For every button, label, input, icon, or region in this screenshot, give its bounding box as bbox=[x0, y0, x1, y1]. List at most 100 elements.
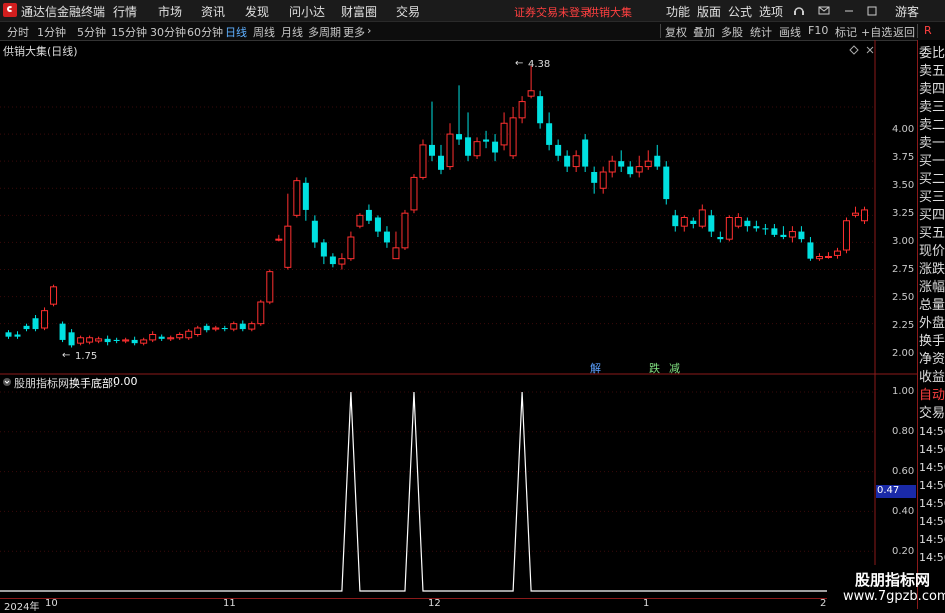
action-fuquan[interactable]: 复权 bbox=[665, 24, 687, 40]
candle-body bbox=[140, 339, 148, 344]
candle-body bbox=[564, 155, 571, 167]
high-price-label: 4.38 bbox=[528, 59, 551, 70]
quote-panel-label: 买一 bbox=[919, 154, 945, 169]
candle-body bbox=[680, 217, 688, 227]
candle-body bbox=[104, 338, 111, 343]
candle-body bbox=[374, 217, 381, 232]
candle-body bbox=[347, 236, 355, 260]
candle-body bbox=[185, 330, 193, 339]
current-value: 0.47 bbox=[877, 485, 900, 496]
annotation-jie[interactable]: 解 bbox=[590, 360, 601, 376]
menu-zixun[interactable]: 资讯 bbox=[201, 3, 225, 20]
indicator-name: 股朋指标网 bbox=[14, 377, 69, 390]
quote-panel-label: 14:56 bbox=[919, 533, 945, 546]
period-60min[interactable]: 60分钟 bbox=[187, 24, 223, 40]
action-tongji[interactable]: 统计 bbox=[750, 24, 772, 40]
headset-icon[interactable] bbox=[793, 4, 805, 16]
minimize-icon[interactable] bbox=[843, 5, 855, 17]
candle-body bbox=[473, 141, 481, 157]
indicator-line-label: 换手底部: bbox=[69, 377, 117, 390]
candle-body bbox=[860, 209, 868, 222]
indicator-menu-icon[interactable] bbox=[2, 377, 12, 387]
candle-body bbox=[608, 160, 616, 173]
x-tick-label: 12 bbox=[428, 598, 441, 609]
period-multi[interactable]: 多周期 bbox=[308, 24, 341, 40]
maximize-icon[interactable] bbox=[866, 5, 878, 17]
quote-panel-label: 卖一 bbox=[919, 136, 945, 151]
candle-body bbox=[690, 220, 697, 224]
ind-y-tick-label: 0.80 bbox=[892, 426, 915, 437]
menu-caifuquan[interactable]: 财富圈 bbox=[341, 3, 377, 20]
candlestick-chart[interactable] bbox=[0, 40, 917, 375]
message-icon[interactable] bbox=[818, 5, 830, 17]
watermark-brand: 股朋指标网 bbox=[855, 571, 931, 589]
menu-xuanxiang[interactable]: 选项 bbox=[759, 3, 783, 20]
candle-body bbox=[518, 101, 526, 119]
series-line bbox=[0, 391, 875, 592]
period-fenshi[interactable]: 分时 bbox=[7, 24, 29, 40]
chart-title: 供销大集(日线) bbox=[3, 45, 78, 58]
quote-panel-label: 14:56 bbox=[919, 425, 945, 438]
candle-body bbox=[158, 336, 165, 339]
y-tick-label: 2.75 bbox=[892, 264, 915, 275]
candle-body bbox=[456, 134, 463, 140]
action-diejia[interactable]: 叠加 bbox=[693, 24, 715, 40]
action-back[interactable]: 返回 bbox=[893, 24, 915, 40]
quote-panel-label: 14:56 bbox=[919, 479, 945, 492]
period-15min[interactable]: 15分钟 bbox=[111, 24, 147, 40]
period-more[interactable]: 更多 bbox=[343, 24, 365, 40]
close-icon[interactable] bbox=[865, 45, 875, 55]
period-5min[interactable]: 5分钟 bbox=[77, 24, 106, 40]
candle-body bbox=[248, 323, 256, 330]
candle-body bbox=[753, 226, 760, 229]
candle-body bbox=[392, 247, 400, 260]
y-tick-label: 2.00 bbox=[892, 348, 915, 359]
period-monthly[interactable]: 月线 bbox=[281, 24, 303, 40]
candle-body bbox=[483, 139, 490, 142]
action-huaxian[interactable]: 画线 bbox=[779, 24, 801, 40]
action-duogu[interactable]: 多股 bbox=[721, 24, 743, 40]
candle-body bbox=[446, 133, 454, 168]
period-daily[interactable]: 日线 bbox=[225, 24, 247, 40]
menu-banmian[interactable]: 版面 bbox=[697, 3, 721, 20]
action-f10[interactable]: F10 bbox=[808, 24, 828, 37]
app-title: 通达信金融终端 bbox=[21, 5, 106, 19]
candle-body bbox=[734, 217, 742, 227]
ind-y-tick-label: 0.20 bbox=[892, 546, 915, 557]
candle-body bbox=[203, 325, 210, 331]
ind-y-tick-label: 0.40 bbox=[892, 506, 915, 517]
login-notice[interactable]: 证券交易未登录 bbox=[514, 4, 591, 20]
period-1min[interactable]: 1分钟 bbox=[37, 24, 66, 40]
x-tick-label: 2024年 bbox=[4, 602, 40, 613]
menu-wenxiaoda[interactable]: 问小达 bbox=[289, 3, 325, 20]
candle-body bbox=[221, 328, 228, 330]
low-price-label: 1.75 bbox=[75, 351, 98, 362]
candle-body bbox=[311, 220, 318, 243]
action-add-watchlist[interactable]: +自选 bbox=[861, 24, 892, 40]
candle-body bbox=[320, 242, 327, 257]
menu-shichang[interactable]: 市场 bbox=[158, 3, 182, 20]
menu-jiaoyi[interactable]: 交易 bbox=[396, 3, 420, 20]
menu-faxian[interactable]: 发现 bbox=[245, 3, 269, 20]
candle-body bbox=[635, 166, 643, 173]
candle-body bbox=[527, 90, 535, 97]
diamond-icon[interactable] bbox=[849, 45, 859, 55]
candle-body bbox=[833, 250, 841, 256]
candle-body bbox=[717, 237, 724, 240]
menu-gongshi[interactable]: 公式 bbox=[728, 3, 752, 20]
candle-body bbox=[275, 238, 283, 241]
user-guest[interactable]: 游客 bbox=[895, 3, 919, 20]
candle-body bbox=[428, 144, 435, 156]
annotation-die[interactable]: 跌 bbox=[649, 360, 660, 376]
menu-gongneng[interactable]: 功能 bbox=[666, 3, 690, 20]
indicator-chart[interactable] bbox=[0, 375, 917, 599]
period-30min[interactable]: 30分钟 bbox=[150, 24, 186, 40]
watermark-site: www.7gpzb.com bbox=[843, 589, 945, 604]
action-biaoji[interactable]: 标记 bbox=[835, 24, 857, 40]
toolbar-divider bbox=[917, 24, 918, 38]
chevron-right-icon[interactable]: › bbox=[367, 24, 371, 37]
y-tick-label: 3.50 bbox=[892, 180, 915, 191]
annotation-jian[interactable]: 减 bbox=[669, 360, 680, 376]
menu-hangqing[interactable]: 行情 bbox=[113, 3, 137, 20]
period-weekly[interactable]: 周线 bbox=[253, 24, 275, 40]
